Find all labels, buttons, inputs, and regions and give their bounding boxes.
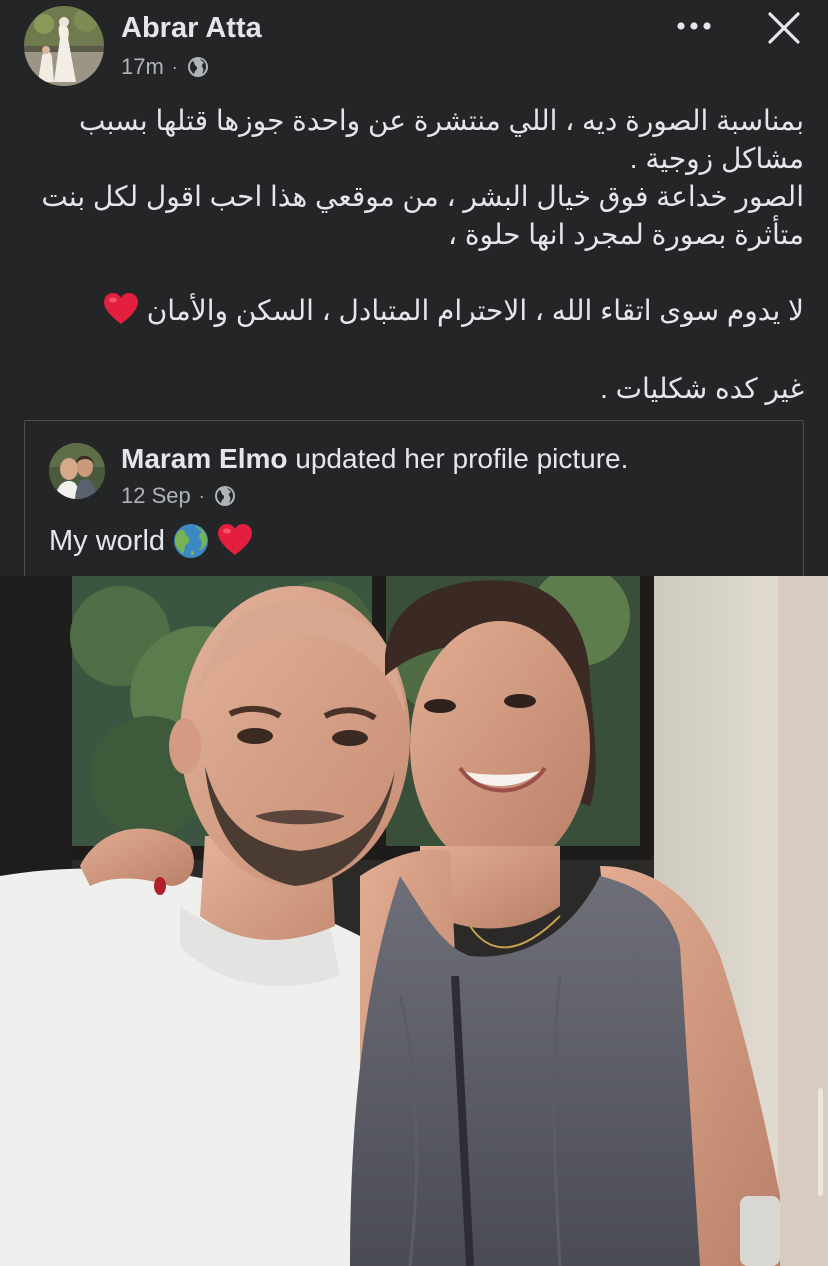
facebook-post-screen: Abrar Atta 17m · بمناسبة الصورة ديه ، ال… [0,0,828,1266]
post-text: بمناسبة الصورة ديه ، اللي منتشرة عن واحد… [28,102,804,408]
post-text-line: متأثرة بصورة لمجرد انها حلوة ، [448,219,804,250]
shared-caption: My world [49,523,253,559]
globe-icon [186,55,210,79]
earth-globe-emoji [173,523,209,559]
meta-separator: · [198,485,205,506]
shared-caption-text: My world [49,524,166,557]
post-meta: 17m · [121,54,210,80]
heart-emoji [217,523,253,559]
shared-date[interactable]: 12 Sep [121,483,191,509]
author-name[interactable]: Abrar Atta [121,12,262,45]
post-text-line: بمناسبة الصورة ديه ، اللي منتشرة عن واحد… [79,105,804,136]
author-avatar[interactable] [24,6,104,86]
post-text-line: لا يدوم سوى اتقاء الله ، الاحترام المتبا… [28,292,804,336]
close-icon[interactable] [762,6,806,50]
post-text-line: مشاكل زوجية . [629,143,804,174]
shared-author-name[interactable]: Maram Elmo [121,443,288,474]
shared-title: Maram Elmo updated her profile picture. [121,443,628,475]
profile-photo[interactable] [0,576,828,1266]
shared-post-card[interactable]: Maram Elmo updated her profile picture. … [24,420,804,579]
post-text-line: غير كده شكليات . [600,373,804,404]
shared-meta: 12 Sep · [121,483,237,509]
globe-icon [213,484,237,508]
scrollbar[interactable] [818,1088,823,1196]
post-time[interactable]: 17m [121,54,164,80]
post-header: Abrar Atta 17m · [0,0,828,100]
meta-separator: · [171,56,178,77]
more-horizontal-icon[interactable] [672,10,716,42]
post-text-line: الصور خداعة فوق خيال البشر ، من موقعي هذ… [41,181,804,212]
heart-emoji [103,292,139,336]
shared-author-avatar[interactable] [49,443,105,499]
shared-action: updated her profile picture. [295,443,629,474]
